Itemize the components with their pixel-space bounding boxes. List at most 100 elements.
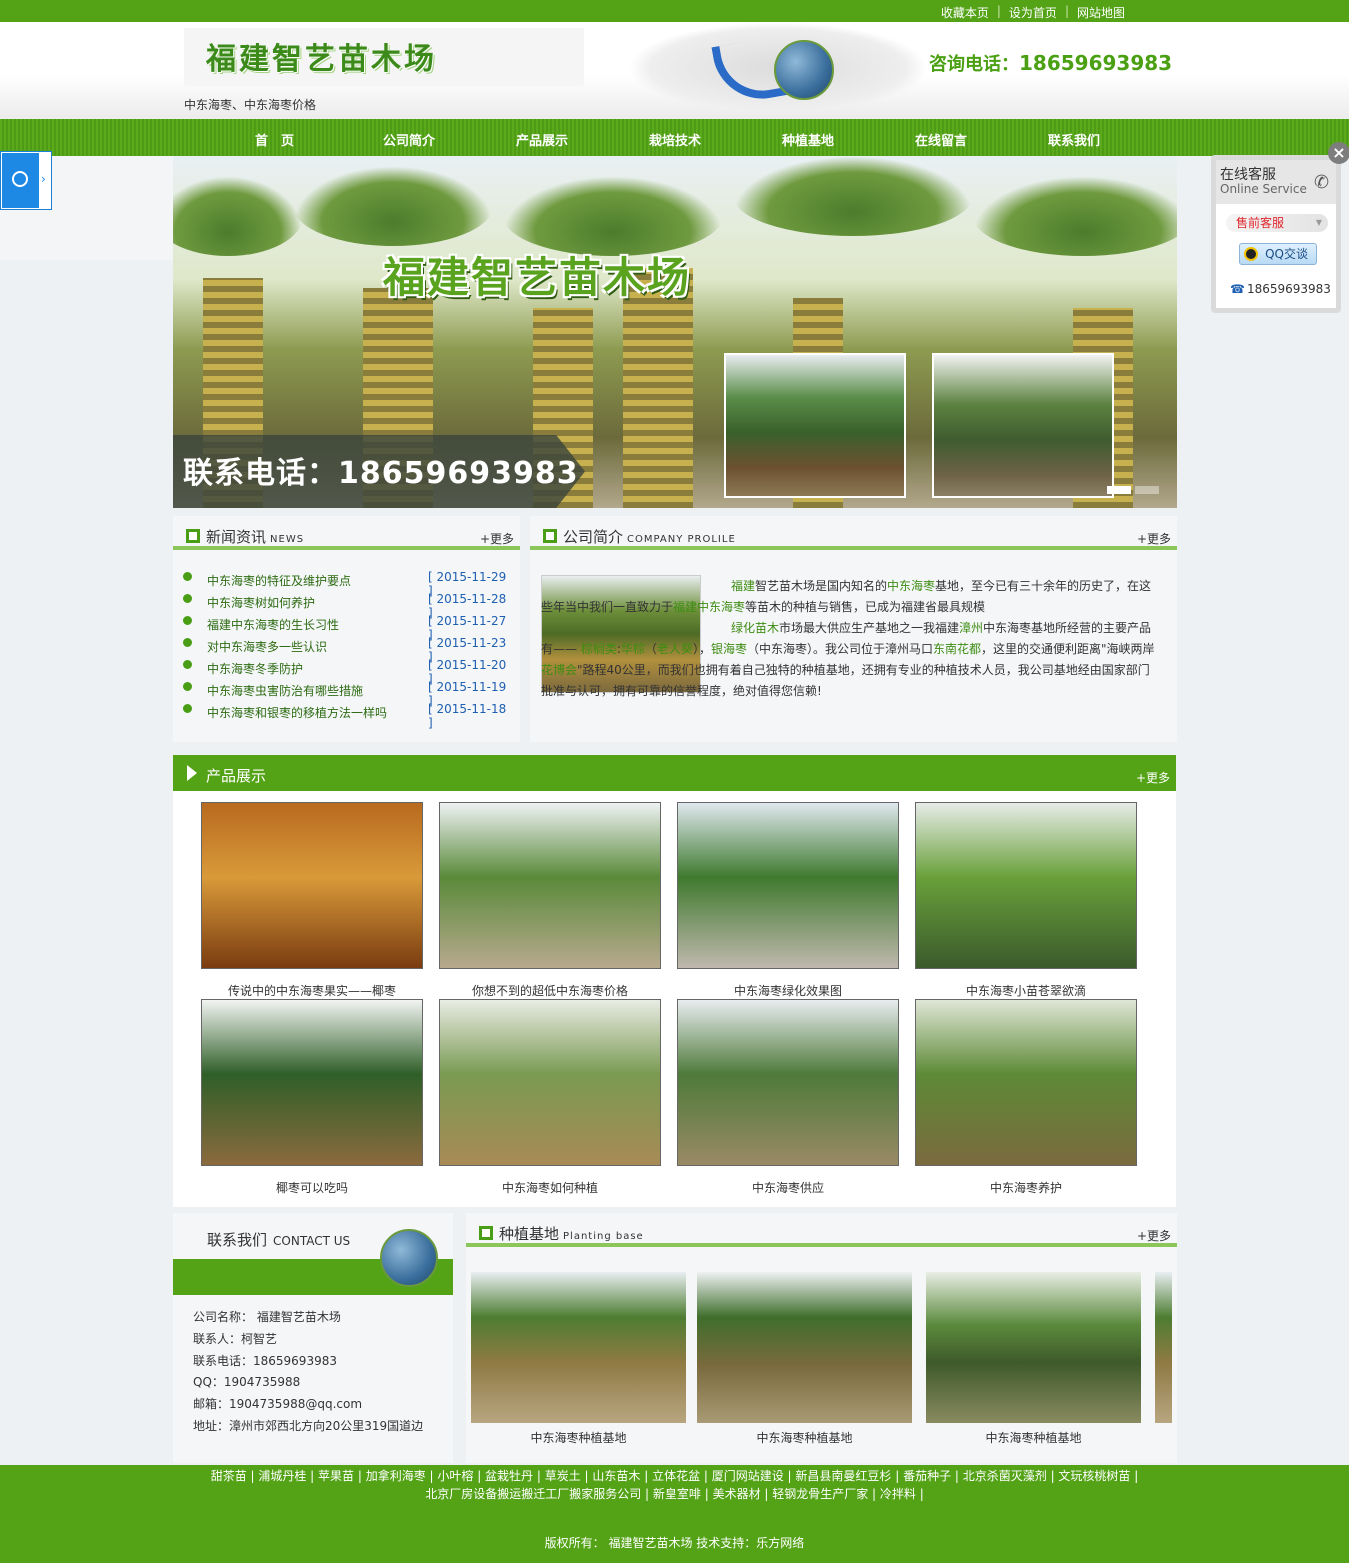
base-image[interactable]: [697, 1272, 912, 1423]
about-more-link[interactable]: +更多: [1137, 530, 1171, 547]
keyword-link[interactable]: 漳州: [959, 621, 983, 635]
keyword-link[interactable]: 老人葵: [657, 642, 693, 656]
set-homepage-link[interactable]: 设为首页: [1009, 4, 1057, 21]
handset-icon: ✆: [1314, 172, 1330, 193]
search-icon: [2, 153, 39, 208]
keyword-link[interactable]: 中东海枣: [887, 579, 935, 593]
about-title-en: COMPANY PROLILE: [627, 534, 736, 545]
news-item[interactable]: 对中东海枣多一些认识[ 2015-11-23 ]: [183, 635, 513, 664]
news-more-link[interactable]: +更多: [480, 530, 514, 547]
news-item-title[interactable]: 福建中东海枣的生长习性: [207, 616, 339, 633]
slider-dot[interactable]: [1107, 486, 1131, 494]
nav-message[interactable]: 在线留言: [915, 130, 967, 149]
presale-label: 售前客服: [1236, 216, 1285, 230]
about-text-part: （中东海枣）。我公司位于漳州马口: [746, 642, 933, 656]
product-image[interactable]: [439, 802, 661, 969]
contact-phone: 联系电话：18659693983: [193, 1353, 337, 1368]
presale-dropdown[interactable]: 售前客服 ▼: [1226, 214, 1328, 232]
nav-products[interactable]: 产品展示: [516, 130, 568, 149]
keyword-link[interactable]: 福建: [731, 579, 755, 593]
base-image-partial[interactable]: [1155, 1272, 1172, 1423]
contact-title-text: 联系我们: [207, 1231, 268, 1249]
nav-contact[interactable]: 联系我们: [1048, 130, 1100, 149]
news-item[interactable]: 中东海枣树如何养护[ 2015-11-28 ]: [183, 591, 513, 620]
news-item-title[interactable]: 中东海枣和银枣的移植方法一样吗: [207, 704, 387, 721]
close-icon[interactable]: ×: [1328, 142, 1349, 164]
product-image[interactable]: [677, 802, 899, 969]
about-header: 公司简介 COMPANY PROLILE +更多: [530, 516, 1177, 550]
products-header: 产品展示 +更多: [173, 755, 1176, 791]
keyword-link[interactable]: 福建中东海枣: [673, 600, 745, 614]
banner-thumbnail[interactable]: [724, 353, 906, 498]
product-image[interactable]: [915, 999, 1137, 1166]
news-title: 新闻资讯 NEWS: [206, 526, 304, 547]
qq-chat-button[interactable]: QQ交谈: [1239, 243, 1317, 265]
sitemap-link[interactable]: 网站地图: [1077, 4, 1125, 21]
news-item[interactable]: 中东海枣冬季防护[ 2015-11-20 ]: [183, 657, 513, 686]
base-caption[interactable]: 中东海枣种植基地: [926, 1429, 1141, 1446]
about-text-part: "路程40公里，而我们也拥有着自己独特的种植基地，还拥有专业的种植技术人员，我公…: [541, 663, 1150, 698]
news-item-title[interactable]: 中东海枣冬季防护: [207, 660, 303, 677]
base-caption[interactable]: 中东海枣种植基地: [697, 1429, 912, 1446]
palm-crown: [173, 176, 303, 256]
news-item-title[interactable]: 中东海枣的特征及维护要点: [207, 572, 351, 589]
product-caption[interactable]: 椰枣可以吃吗: [201, 1179, 423, 1196]
bookmark-link[interactable]: 收藏本页: [941, 4, 989, 21]
contact-info: 公司名称： 福建智艺苗木场 联系人：柯智艺 联系电话：18659693983 Q…: [193, 1307, 423, 1438]
products-more-link[interactable]: +更多: [1136, 769, 1170, 786]
product-image[interactable]: [677, 999, 899, 1166]
keyword-link[interactable]: 棕榈类: [581, 642, 617, 656]
footer-links-line[interactable]: 甜茶苗 | 浦城丹桂 | 苹果苗 | 加拿利海枣 | 小叶榕 | 盆栽牡丹 | …: [0, 1467, 1349, 1485]
top-bar: 收藏本页 | 设为首页 | 网站地图: [0, 0, 1349, 22]
keyword-link[interactable]: 华棕: [621, 642, 645, 656]
product-image[interactable]: [439, 999, 661, 1166]
contact-title-en: CONTACT US: [273, 1234, 351, 1248]
product-caption[interactable]: 中东海枣供应: [677, 1179, 899, 1196]
nav-about[interactable]: 公司简介: [383, 130, 435, 149]
product-caption[interactable]: 中东海枣如何种植: [439, 1179, 661, 1196]
service-header: 在线客服 Online Service ✆: [1216, 160, 1336, 204]
keyword-link[interactable]: 银海枣: [711, 642, 747, 656]
product-caption[interactable]: 你想不到的超低中东海枣价格: [439, 982, 661, 999]
keyword-link[interactable]: 绿化苗木: [731, 621, 779, 635]
contact-address: 地址：漳州市郊西北方向20公里319国道边: [193, 1418, 424, 1433]
product-caption[interactable]: 中东海枣小苗苍翠欲滴: [915, 982, 1137, 999]
nav-home[interactable]: 首 页: [255, 130, 294, 149]
square-bullet-icon: [479, 1226, 493, 1240]
footer-links-line[interactable]: 北京厂房设备搬运搬迁工厂搬家服务公司 | 新皇室啡 | 美术器材 | 轻钢龙骨生…: [0, 1485, 1349, 1503]
base-image[interactable]: [926, 1272, 1141, 1423]
floating-search-button[interactable]: ›: [0, 151, 52, 210]
news-item[interactable]: 福建中东海枣的生长习性[ 2015-11-27 ]: [183, 613, 513, 642]
divider: |: [1064, 4, 1069, 18]
product-caption[interactable]: 中东海枣养护: [915, 1179, 1137, 1196]
news-item-title[interactable]: 中东海枣树如何养护: [207, 594, 315, 611]
site-logo[interactable]: 福建智艺苗木场: [206, 34, 437, 78]
banner-thumbnail[interactable]: [932, 353, 1114, 498]
base-more-link[interactable]: +更多: [1137, 1227, 1171, 1244]
base-image[interactable]: [471, 1272, 686, 1423]
copyright: 版权所有： 福建智艺苗木场 技术支持：乐方网络: [544, 1536, 805, 1550]
about-text-part: ，这里的交通便利距离"海峡两岸: [981, 642, 1155, 656]
news-item-title[interactable]: 中东海枣虫害防治有哪些措施: [207, 682, 363, 699]
slider-dot[interactable]: [1135, 486, 1159, 494]
product-caption[interactable]: 传说中的中东海枣果实——椰枣: [201, 982, 423, 999]
base-title: 种植基地 Planting base: [499, 1223, 644, 1244]
news-item[interactable]: 中东海枣虫害防治有哪些措施[ 2015-11-19 ]: [183, 679, 513, 708]
product-image[interactable]: [201, 999, 423, 1166]
telephone-icon: ☎: [1230, 282, 1245, 296]
keyword-link[interactable]: 东南花都: [933, 642, 981, 656]
nav-cultivation[interactable]: 栽培技术: [649, 130, 701, 149]
palm-crown: [733, 156, 973, 236]
news-item[interactable]: 中东海枣和银枣的移植方法一样吗 [ 2015-11-18 ]: [183, 701, 513, 730]
product-image[interactable]: [201, 802, 423, 969]
base-caption[interactable]: 中东海枣种植基地: [471, 1429, 686, 1446]
bullet-icon: [183, 638, 192, 647]
globe-icon: [380, 1229, 438, 1287]
product-image[interactable]: [915, 802, 1137, 969]
product-caption[interactable]: 中东海枣绿化效果图: [677, 982, 899, 999]
keyword-link[interactable]: 花博会: [541, 663, 577, 677]
square-bullet-icon: [543, 529, 557, 543]
news-item[interactable]: 中东海枣的特征及维护要点[ 2015-11-29 ]: [183, 569, 513, 598]
nav-base[interactable]: 种植基地: [782, 130, 834, 149]
news-item-title[interactable]: 对中东海枣多一些认识: [207, 638, 327, 655]
